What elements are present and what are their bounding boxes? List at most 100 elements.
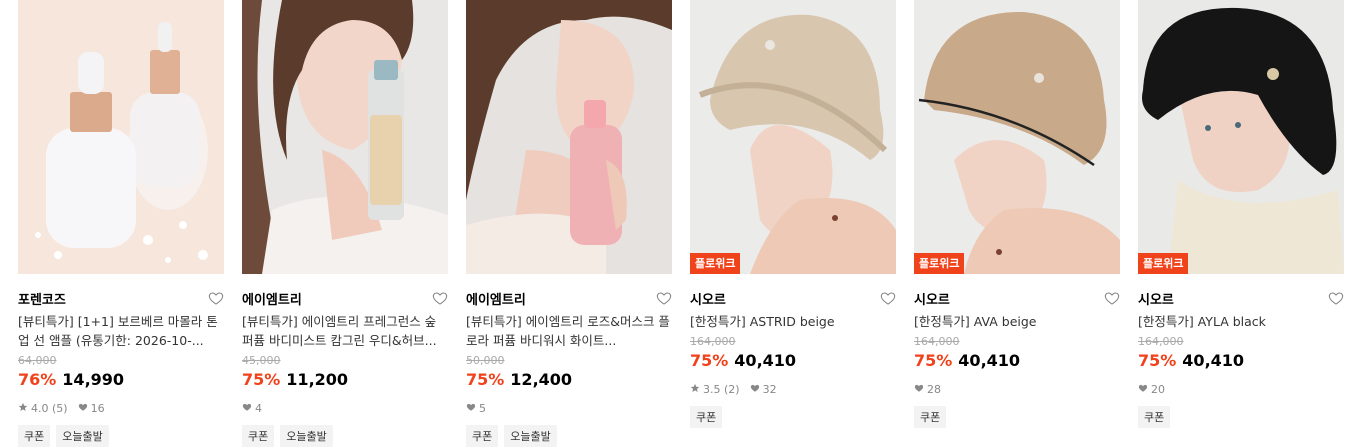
- product-name[interactable]: [한정특가] ASTRID beige: [690, 312, 896, 331]
- product-image[interactable]: 플로위크: [914, 0, 1120, 274]
- product-card[interactable]: 포렌코즈 [뷰티특가] [1+1] 보르베르 마몰라 톤업 선 앰플 (유통기한…: [18, 0, 224, 447]
- product-card[interactable]: 플로위크 시오르 [한정특가] AYLA black 164,000 75% 4…: [1138, 0, 1344, 447]
- tag-list: 쿠폰: [1138, 406, 1344, 428]
- price-row: 75% 40,410: [914, 351, 1120, 370]
- likes-count: 32: [762, 382, 777, 396]
- tag-chip: 오늘출발: [504, 425, 557, 447]
- product-card[interactable]: 플로위크 시오르 [한정특가] AVA beige 164,000 75% 40…: [914, 0, 1120, 447]
- product-name[interactable]: [뷰티특가] 에이엠트리 로즈&머스크 플로라 퍼퓸 바디워시 화이트...: [466, 312, 672, 350]
- product-name[interactable]: [뷰티특가] 에이엠트리 프레그런스 숲 퍼퓸 바디미스트 캄그린 우디&허브.…: [242, 312, 448, 350]
- brand-row: 시오르: [1138, 289, 1344, 308]
- original-price: 50,000: [466, 354, 505, 367]
- tag-chip: 오늘출발: [56, 425, 109, 447]
- brand-name[interactable]: 시오르: [1138, 289, 1174, 308]
- product-photo: [466, 0, 672, 274]
- original-price: 164,000: [690, 335, 736, 348]
- heart-icon: [914, 383, 924, 396]
- wishlist-heart-icon[interactable]: [1104, 290, 1120, 306]
- brand-name[interactable]: 시오르: [914, 289, 950, 308]
- review-meta: 3.5 (2) 32: [690, 382, 896, 396]
- tag-list: 쿠폰 오늘출발: [466, 425, 672, 447]
- likes-count: 5: [479, 401, 486, 415]
- discount-percent: 75%: [466, 370, 505, 389]
- wishlist-heart-icon[interactable]: [880, 290, 896, 306]
- product-image[interactable]: 플로위크: [1138, 0, 1344, 274]
- likes: 5: [466, 402, 486, 415]
- product-image[interactable]: [242, 0, 448, 274]
- brand-name[interactable]: 에이엠트리: [466, 289, 526, 308]
- product-image[interactable]: [466, 0, 672, 274]
- promo-badge: 플로위크: [1138, 253, 1189, 274]
- sale-price: 12,400: [510, 370, 573, 389]
- likes-count: 20: [1151, 382, 1165, 396]
- likes-count: 4: [255, 401, 262, 415]
- heart-icon: [466, 402, 476, 415]
- product-photo: [1138, 0, 1344, 274]
- tag-chip: 쿠폰: [18, 425, 51, 447]
- brand-row: 포렌코즈: [18, 289, 224, 308]
- product-name[interactable]: [한정특가] AVA beige: [914, 312, 1120, 331]
- sale-price: 40,410: [1182, 351, 1245, 370]
- likes: 28: [914, 383, 941, 396]
- price-row: 75% 40,410: [690, 351, 896, 370]
- wishlist-heart-icon[interactable]: [208, 290, 224, 306]
- original-price: 64,000: [18, 354, 57, 367]
- product-image[interactable]: 플로위크: [690, 0, 896, 274]
- product-image[interactable]: [18, 0, 224, 274]
- sale-price: 40,410: [734, 351, 797, 370]
- heart-icon: [750, 383, 760, 396]
- wishlist-heart-icon[interactable]: [656, 290, 672, 306]
- product-card[interactable]: 에이엠트리 [뷰티특가] 에이엠트리 프레그런스 숲 퍼퓸 바디미스트 캄그린 …: [242, 0, 448, 447]
- discount-percent: 75%: [914, 351, 953, 370]
- review-meta: 5: [466, 401, 672, 415]
- tag-chip: 오늘출발: [280, 425, 333, 447]
- likes: 32: [750, 383, 777, 396]
- sale-price: 14,990: [62, 370, 125, 389]
- promo-badge: 플로위크: [690, 253, 741, 274]
- price-row: 75% 11,200: [242, 370, 448, 389]
- tag-list: 쿠폰: [690, 406, 896, 428]
- star-icon: [690, 383, 700, 396]
- price-row: 75% 40,410: [1138, 351, 1344, 370]
- wishlist-heart-icon[interactable]: [432, 290, 448, 306]
- rating-value: 4.0 (5): [31, 401, 68, 415]
- rating: 4.0 (5): [18, 402, 68, 415]
- sale-price: 40,410: [958, 351, 1021, 370]
- product-photo: [18, 0, 224, 274]
- rating: 3.5 (2): [690, 383, 740, 396]
- brand-row: 에이엠트리: [242, 289, 448, 308]
- heart-icon: [78, 402, 88, 415]
- discount-percent: 76%: [18, 370, 57, 389]
- brand-row: 시오르: [914, 289, 1120, 308]
- tag-chip: 쿠폰: [914, 406, 947, 428]
- wishlist-heart-icon[interactable]: [1328, 290, 1344, 306]
- brand-row: 시오르: [690, 289, 896, 308]
- original-price: 45,000: [242, 354, 281, 367]
- tag-list: 쿠폰 오늘출발: [242, 425, 448, 447]
- likes: 16: [78, 402, 105, 415]
- tag-chip: 쿠폰: [242, 425, 275, 447]
- rating-value: 3.5 (2): [703, 382, 740, 396]
- brand-name[interactable]: 포렌코즈: [18, 289, 66, 308]
- original-price: 164,000: [914, 335, 960, 348]
- tag-chip: 쿠폰: [690, 406, 723, 428]
- likes-count: 28: [927, 382, 941, 396]
- brand-name[interactable]: 시오르: [690, 289, 726, 308]
- sale-price: 11,200: [286, 370, 349, 389]
- product-photo: [690, 0, 896, 274]
- product-name[interactable]: [뷰티특가] [1+1] 보르베르 마몰라 톤업 선 앰플 (유통기한: 202…: [18, 312, 224, 350]
- product-name[interactable]: [한정특가] AYLA black: [1138, 312, 1344, 331]
- original-price: 164,000: [1138, 335, 1184, 348]
- tag-chip: 쿠폰: [1138, 406, 1171, 428]
- product-card[interactable]: 에이엠트리 [뷰티특가] 에이엠트리 로즈&머스크 플로라 퍼퓸 바디워시 화이…: [466, 0, 672, 447]
- brand-name[interactable]: 에이엠트리: [242, 289, 302, 308]
- discount-percent: 75%: [242, 370, 281, 389]
- price-row: 76% 14,990: [18, 370, 224, 389]
- tag-list: 쿠폰: [914, 406, 1120, 428]
- review-meta: 20: [1138, 382, 1344, 396]
- product-photo: [914, 0, 1120, 274]
- price-row: 75% 12,400: [466, 370, 672, 389]
- promo-badge: 플로위크: [914, 253, 965, 274]
- discount-percent: 75%: [690, 351, 729, 370]
- product-card[interactable]: 플로위크 시오르 [한정특가] ASTRID beige 164,000 75%…: [690, 0, 896, 447]
